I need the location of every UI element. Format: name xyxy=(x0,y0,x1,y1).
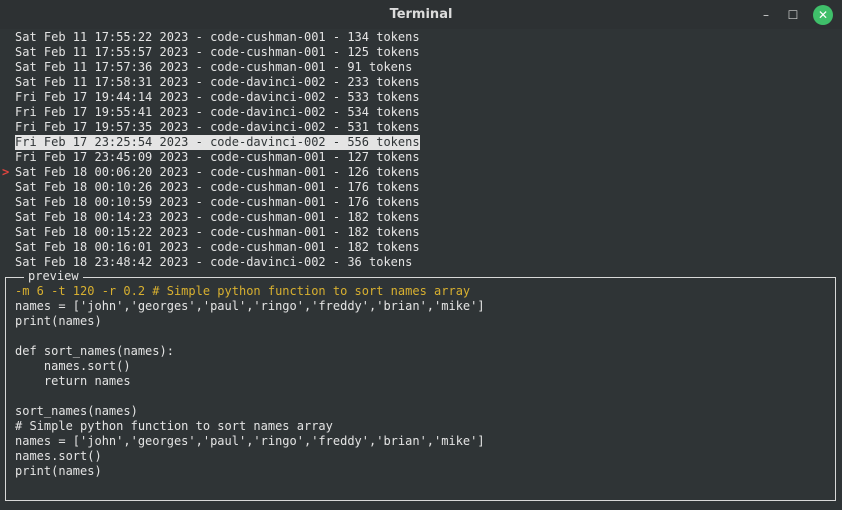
selection-marker: > xyxy=(2,165,10,179)
terminal-window: Terminal – ☐ ✕ Sat Feb 11 17:55:22 2023 … xyxy=(0,0,842,510)
history-row[interactable]: Fri Feb 17 19:44:14 2023 - code-davinci-… xyxy=(15,90,420,105)
terminal-content[interactable]: Sat Feb 11 17:55:22 2023 - code-cushman-… xyxy=(0,29,842,510)
preview-code-line: sort_names(names) xyxy=(15,404,138,418)
history-row[interactable]: Sat Feb 18 23:48:42 2023 - code-davinci-… xyxy=(15,255,412,270)
title-bar[interactable]: Terminal – ☐ ✕ xyxy=(0,0,842,29)
history-row[interactable]: Sat Feb 18 00:10:59 2023 - code-cushman-… xyxy=(15,195,420,210)
maximize-button[interactable]: ☐ xyxy=(783,5,803,25)
history-row[interactable]: Sat Feb 11 17:55:57 2023 - code-cushman-… xyxy=(15,45,420,60)
preview-title: preview xyxy=(24,269,83,284)
preview-command-line: -m 6 -t 120 -r 0.2 # Simple python funct… xyxy=(15,284,471,298)
preview-code-line: print(names) xyxy=(15,464,102,478)
history-row-selected[interactable]: Fri Feb 17 23:25:54 2023 - code-davinci-… xyxy=(15,135,420,150)
preview-code-line: names.sort() xyxy=(15,449,102,463)
history-row[interactable]: Sat Feb 11 17:55:22 2023 - code-cushman-… xyxy=(15,30,420,45)
history-row[interactable]: Sat Feb 18 00:06:20 2023 - code-cushman-… xyxy=(15,165,420,180)
history-row[interactable]: Sat Feb 11 17:57:36 2023 - code-cushman-… xyxy=(15,60,412,75)
preview-code-line: return names xyxy=(15,374,131,388)
history-row[interactable]: Sat Feb 18 00:10:26 2023 - code-cushman-… xyxy=(15,180,420,195)
minimize-button[interactable]: – xyxy=(756,5,776,25)
history-row[interactable]: Fri Feb 17 23:45:09 2023 - code-cushman-… xyxy=(15,150,420,165)
preview-code-line: names = ['john','georges','paul','ringo'… xyxy=(15,299,485,313)
preview-code-line: print(names) xyxy=(15,314,102,328)
history-row[interactable]: Fri Feb 17 19:55:41 2023 - code-davinci-… xyxy=(15,105,420,120)
preview-code-line: def sort_names(names): xyxy=(15,344,174,358)
preview-code-line: names = ['john','georges','paul','ringo'… xyxy=(15,434,485,448)
history-row[interactable]: Sat Feb 18 00:15:22 2023 - code-cushman-… xyxy=(15,225,420,240)
history-row[interactable]: Fri Feb 17 19:57:35 2023 - code-davinci-… xyxy=(15,120,420,135)
history-row[interactable]: Sat Feb 18 00:16:01 2023 - code-cushman-… xyxy=(15,240,420,255)
history-row[interactable]: Sat Feb 11 17:58:31 2023 - code-davinci-… xyxy=(15,75,420,90)
preview-code-line: names.sort() xyxy=(15,359,131,373)
preview-code-line: # Simple python function to sort names a… xyxy=(15,419,333,433)
history-row[interactable]: Sat Feb 18 00:14:23 2023 - code-cushman-… xyxy=(15,210,420,225)
window-title: Terminal xyxy=(389,7,453,22)
close-button[interactable]: ✕ xyxy=(813,5,833,25)
